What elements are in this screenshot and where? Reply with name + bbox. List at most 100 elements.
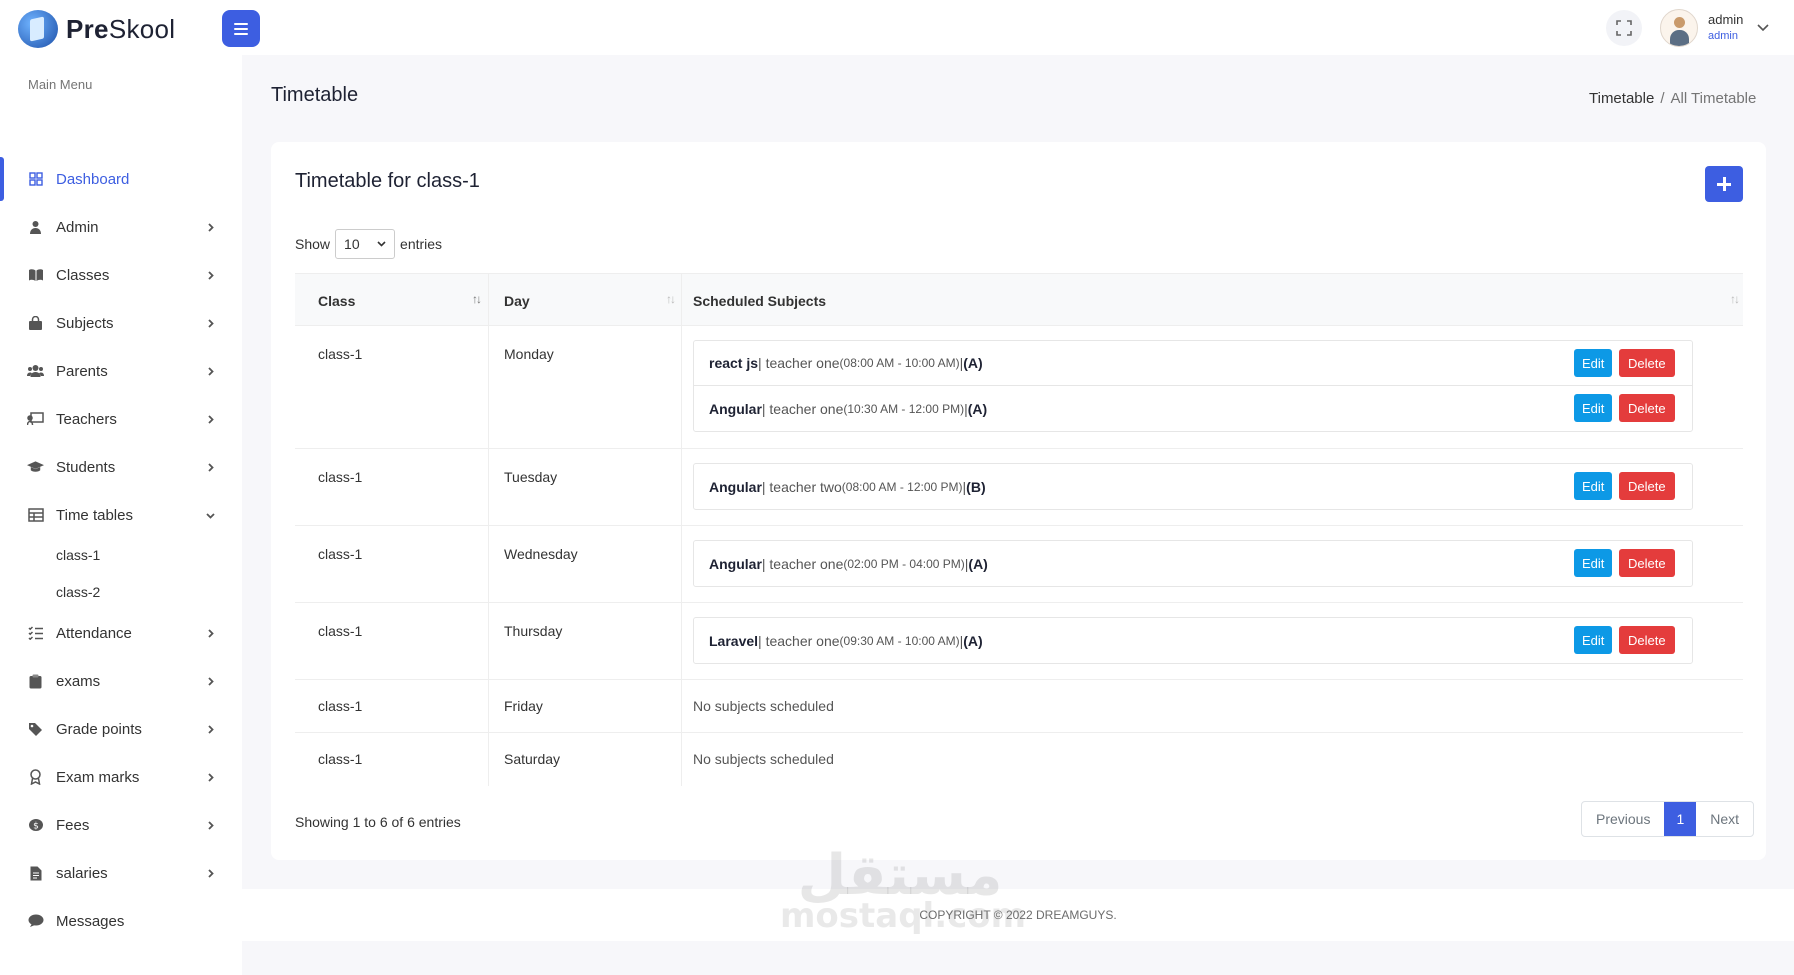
subject-list: Laravel | teacher one (09:30 AM - 10:00 …: [693, 617, 1693, 664]
sidebar-item-fees[interactable]: $ Fees: [0, 804, 242, 846]
delete-button[interactable]: Delete: [1619, 349, 1675, 377]
sidebar-item-students[interactable]: Students: [0, 446, 242, 488]
pagination-page[interactable]: 1: [1664, 802, 1697, 836]
breadcrumb-separator: /: [1660, 90, 1665, 107]
column-header-subjects[interactable]: Scheduled Subjects: [693, 274, 826, 327]
chevron-down-icon: [206, 512, 215, 519]
delete-button[interactable]: Delete: [1619, 626, 1675, 654]
cell-class: class-1: [318, 751, 363, 767]
sidebar-item-attendance[interactable]: Attendance: [0, 612, 242, 654]
sidebar-item-messages[interactable]: Messages: [0, 900, 242, 942]
sidebar-subitem-class-2[interactable]: class-2: [56, 584, 100, 600]
pagination-next[interactable]: Next: [1696, 802, 1753, 836]
sort-icon[interactable]: ↑↓: [472, 292, 482, 306]
tag-icon: [27, 721, 44, 738]
cell-class: class-1: [318, 546, 363, 562]
page-length-select[interactable]: 10: [335, 229, 396, 259]
copyright-text: COPYRIGHT © 2022 DREAMGUYS.: [919, 908, 1117, 922]
sidebar-item-label: salaries: [56, 864, 108, 882]
chevron-right-icon: [208, 414, 214, 424]
column-header-class[interactable]: Class: [318, 274, 355, 327]
sidebar-item-grade-points[interactable]: Grade points: [0, 708, 242, 750]
user-name: admin: [1708, 12, 1744, 27]
svg-text:$: $: [33, 822, 39, 832]
chalkboard-icon: [27, 411, 44, 428]
column-header-day[interactable]: Day: [504, 274, 530, 327]
user-role: admin: [1708, 30, 1738, 42]
sidebar-item-dashboard[interactable]: Dashboard: [0, 158, 242, 200]
sidebar-item-time-tables[interactable]: Time tables: [0, 494, 242, 536]
table-icon: [27, 507, 44, 524]
cell-class: class-1: [318, 623, 363, 639]
chevron-down-icon: [1757, 24, 1769, 32]
graduation-cap-icon: [27, 459, 44, 476]
delete-button[interactable]: Delete: [1619, 472, 1675, 500]
edit-button[interactable]: Edit: [1574, 549, 1613, 577]
menu-toggle-button[interactable]: [222, 10, 260, 47]
sort-icon[interactable]: ↑↓: [666, 292, 676, 306]
sidebar-item-label: Teachers: [56, 410, 117, 428]
chevron-right-icon: [208, 462, 214, 472]
sidebar-item-label: Grade points: [56, 720, 142, 738]
edit-button[interactable]: Edit: [1574, 349, 1613, 377]
cell-class: class-1: [318, 346, 363, 362]
user-menu[interactable]: admin admin: [1660, 9, 1769, 47]
subject-list: react js | teacher one (08:00 AM - 10:00…: [693, 340, 1693, 432]
sidebar-item-exams[interactable]: exams: [0, 660, 242, 702]
cell-day: Thursday: [504, 623, 563, 639]
chat-icon: [27, 913, 44, 930]
edit-button[interactable]: Edit: [1574, 626, 1613, 654]
sidebar-item-classes[interactable]: Classes: [0, 254, 242, 296]
add-timetable-button[interactable]: [1705, 166, 1743, 202]
edit-button[interactable]: Edit: [1574, 472, 1613, 500]
file-invoice-icon: [27, 865, 44, 882]
pagination-previous[interactable]: Previous: [1582, 802, 1664, 836]
sidebar-subitem-class-1[interactable]: class-1: [56, 547, 100, 563]
clipboard-icon: [27, 673, 44, 690]
avatar: [1660, 9, 1698, 47]
chevron-right-icon: [208, 676, 214, 686]
coin-icon: $: [27, 817, 44, 834]
cell-day: Friday: [504, 698, 543, 714]
brand-logo[interactable]: PreSkool: [18, 10, 175, 48]
book-icon: [27, 267, 44, 284]
subject-item: Laravel | teacher one (09:30 AM - 10:00 …: [694, 618, 1692, 663]
sidebar-item-admin[interactable]: Admin: [0, 206, 242, 248]
sort-icon[interactable]: ↑↓: [1730, 292, 1740, 306]
sidebar-item-exam-marks[interactable]: Exam marks: [0, 756, 242, 798]
subject-item: Angular | teacher two (08:00 AM - 12:00 …: [694, 464, 1692, 509]
table-row: class-1 Wednesday Angular | teacher one …: [295, 526, 1743, 603]
subject-list: Angular | teacher two (08:00 AM - 12:00 …: [693, 463, 1693, 510]
chevron-right-icon: [208, 318, 214, 328]
subject-item: react js | teacher one (08:00 AM - 10:00…: [694, 341, 1692, 386]
sidebar-item-parents[interactable]: Parents: [0, 350, 242, 392]
breadcrumb-item[interactable]: Timetable: [1589, 90, 1654, 107]
user-icon: [27, 219, 44, 236]
logo-icon: [18, 10, 58, 48]
menu-section-title: Main Menu: [28, 77, 93, 92]
table-row: class-1 Monday react js | teacher one (0…: [295, 326, 1743, 449]
sidebar-item-label: Exam marks: [56, 768, 140, 786]
chevron-down-icon: [377, 241, 386, 247]
cell-day: Saturday: [504, 751, 561, 767]
sidebar-item-label: Time tables: [56, 506, 133, 524]
breadcrumb: Timetable / All Timetable: [1589, 90, 1756, 107]
edit-button[interactable]: Edit: [1574, 394, 1613, 422]
sidebar-item-label: Dashboard: [56, 170, 130, 188]
bag-icon: [27, 315, 44, 332]
delete-button[interactable]: Delete: [1619, 394, 1675, 422]
footer: COPYRIGHT © 2022 DREAMGUYS.: [242, 889, 1794, 941]
sidebar-item-subjects[interactable]: Subjects: [0, 302, 242, 344]
sidebar-item-teachers[interactable]: Teachers: [0, 398, 242, 440]
table-info: Showing 1 to 6 of 6 entries: [295, 814, 461, 830]
sidebar-item-label: Parents: [56, 362, 108, 380]
sidebar-item-label: Admin: [56, 218, 99, 236]
fullscreen-icon[interactable]: [1606, 10, 1642, 46]
no-subjects-text: No subjects scheduled: [693, 751, 834, 767]
chevron-right-icon: [208, 820, 214, 830]
cell-class: class-1: [318, 469, 363, 485]
subject-list: Angular | teacher one (02:00 PM - 04:00 …: [693, 540, 1693, 587]
sidebar-item-salaries[interactable]: salaries: [0, 852, 242, 894]
delete-button[interactable]: Delete: [1619, 549, 1675, 577]
page-length-control: Show 10 entries: [295, 229, 442, 259]
